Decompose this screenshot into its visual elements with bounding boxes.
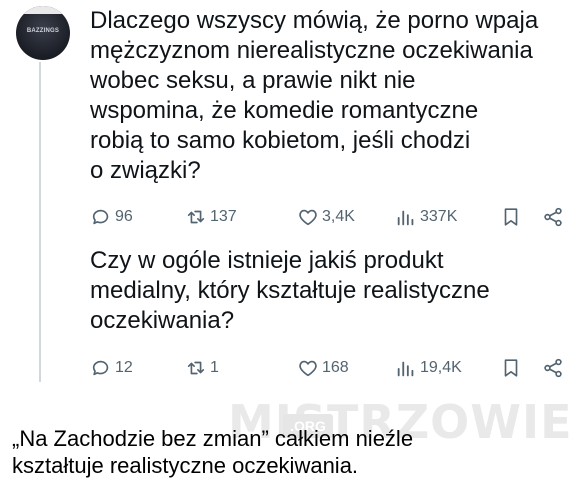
share-button[interactable] [542,205,564,229]
views-button[interactable]: 337K [395,205,457,229]
avatar-label: BAZZINGS [26,28,60,34]
reply-count: 12 [115,359,133,376]
bookmark-icon [504,208,518,226]
repost-icon [187,210,205,224]
avatar[interactable]: BAZZINGS [16,6,70,60]
tweet-2-text: Czy w ogóle istnieje jakiś produkt media… [90,247,490,334]
repost-button[interactable]: 137 [185,205,237,229]
views-count: 337K [420,208,458,225]
share-button[interactable] [542,356,564,380]
thread-connector-line [39,62,41,382]
like-icon [299,360,317,377]
like-count: 3,4K [322,208,355,225]
reply-icon [92,209,109,225]
reply-button[interactable]: 12 [90,356,133,380]
reply-icon [92,360,109,376]
tweet-1-text: Dlaczego wszyscy mówią, że porno wpaja m… [90,7,539,184]
share-icon [544,358,562,378]
bookmark-button[interactable] [500,205,522,229]
reply-button[interactable]: 96 [90,205,133,229]
like-count: 168 [322,359,349,376]
share-icon [544,207,562,227]
bookmark-button[interactable] [500,356,522,380]
views-icon [397,361,414,377]
repost-button[interactable]: 1 [185,356,219,380]
repost-count: 137 [210,208,237,225]
meme-caption: „Na Zachodzie bez zmian” całkiem nieźle … [12,426,414,478]
repost-count: 1 [210,359,219,376]
repost-icon [187,361,205,375]
views-button[interactable]: 19,4K [395,356,462,380]
tweet-1-actions: 96 137 3,4K 337K [90,205,575,229]
views-count: 19,4K [420,359,462,376]
like-button[interactable]: 168 [297,356,349,380]
like-icon [299,209,317,226]
like-button[interactable]: 3,4K [297,205,355,229]
views-icon [397,210,414,226]
tweet-2-actions: 12 1 168 19,4K [90,356,575,380]
bookmark-icon [504,359,518,377]
reply-count: 96 [115,208,133,225]
